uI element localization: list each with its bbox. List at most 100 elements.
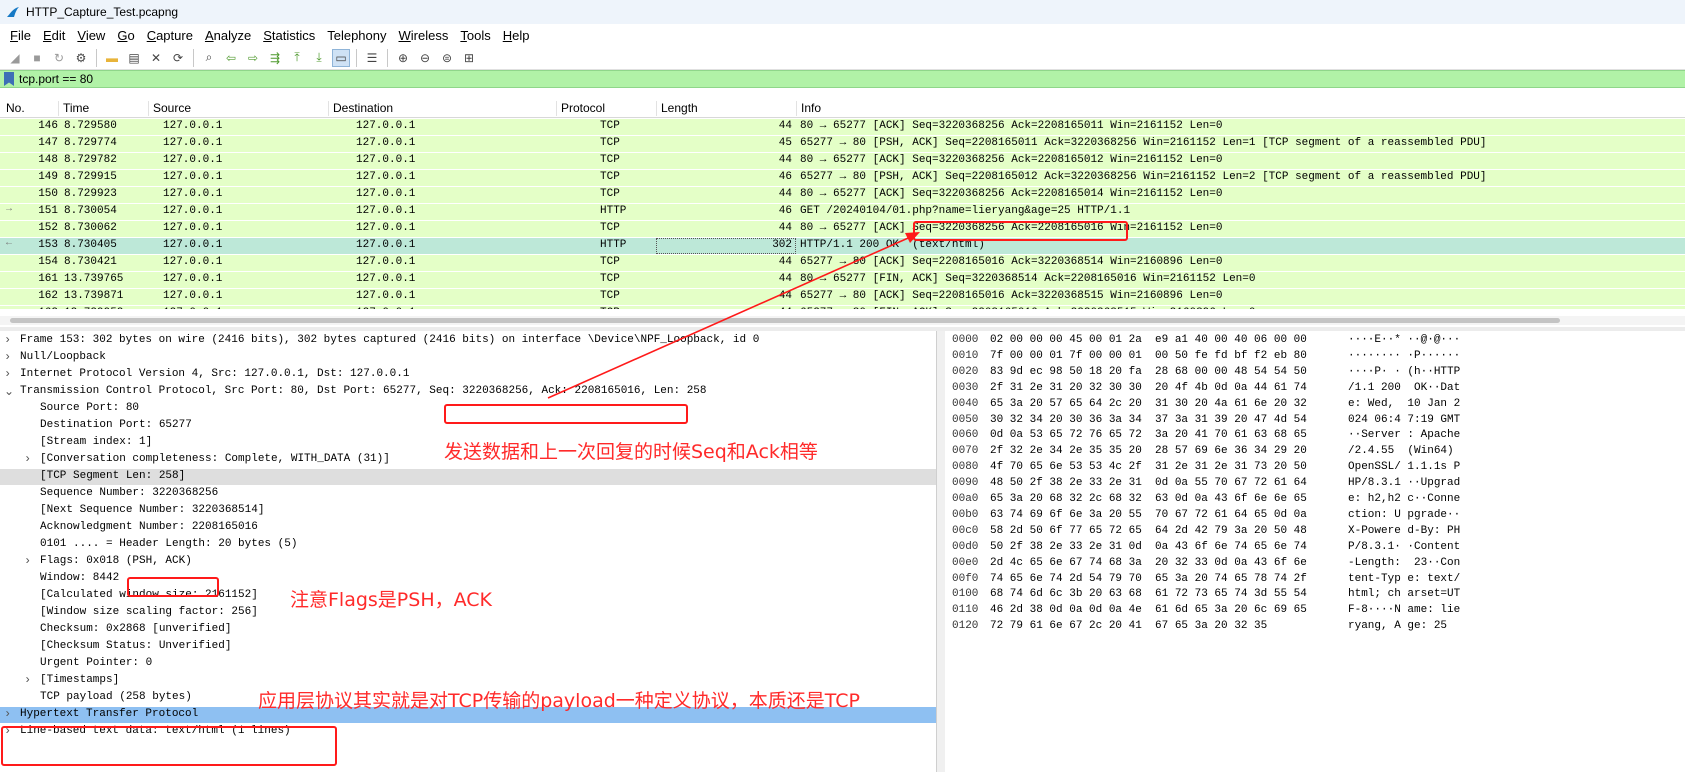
menu-wireless[interactable]: Wireless [393,28,455,43]
bytes-row[interactable]: 0050 30 32 34 20 30 36 3a 34 37 3a 31 39 … [945,413,1685,429]
detail-row[interactable]: Urgent Pointer: 0 [0,656,936,672]
bytes-row[interactable]: 00e0 2d 4c 65 6e 67 74 68 3a 20 32 33 0d … [945,556,1685,572]
bytes-row[interactable]: 0030 2f 31 2e 31 20 32 30 30 20 4f 4b 0d … [945,381,1685,397]
bytes-row[interactable]: 0040 65 3a 20 57 65 64 2c 20 31 30 20 4a … [945,397,1685,413]
restart-capture-icon[interactable]: ↻ [50,49,68,67]
column-header-info[interactable]: Info [796,101,1685,116]
detail-row[interactable]: Destination Port: 65277 [0,418,936,434]
stop-capture-icon[interactable]: ■ [28,49,46,67]
go-back-icon[interactable]: ⇦ [222,49,240,67]
details-vertical-scrollbar[interactable] [937,331,945,772]
detail-row[interactable]: › Frame 153: 302 bytes on wire (2416 bits… [0,333,936,349]
detail-row[interactable]: 0101 .... = Header Length: 20 bytes (5) [0,537,936,553]
close-file-icon[interactable]: ✕ [147,49,165,67]
display-filter-input[interactable] [19,72,1619,86]
menu-view[interactable]: View [71,28,111,43]
bytes-row[interactable]: 0080 4f 70 65 6e 53 53 4c 2f 31 2e 31 2e … [945,460,1685,476]
expand-chevron-icon[interactable]: › [4,333,16,347]
scrollbar-thumb[interactable] [10,318,1560,323]
packet-row[interactable]: 161 13.739765 127.0.0.1 127.0.0.1 TCP 44 80 → … [0,272,1685,288]
menu-telephony[interactable]: Telephony [321,28,392,43]
bytes-row[interactable]: 0020 83 9d ec 98 50 18 20 fa 28 68 00 00 … [945,365,1685,381]
resize-columns-icon[interactable]: ⊞ [460,49,478,67]
find-packet-icon[interactable]: ⌕ [200,49,218,67]
packet-row[interactable]: 150 8.729923 127.0.0.1 127.0.0.1 TCP 44 80 → 6… [0,187,1685,203]
go-last-icon[interactable]: ⤓ [310,49,328,67]
bytes-row[interactable]: 0070 2f 32 2e 34 2e 35 35 20 28 57 69 6e … [945,444,1685,460]
detail-row[interactable]: [Checksum Status: Unverified] [0,639,936,655]
expand-chevron-icon[interactable]: › [24,554,36,568]
open-file-icon[interactable]: ▬ [103,49,121,67]
expand-chevron-icon[interactable]: › [24,452,36,466]
zoom-normal-icon[interactable]: ⊜ [438,49,456,67]
column-header-protocol[interactable]: Protocol [556,101,656,116]
packet-row[interactable]: 148 8.729782 127.0.0.1 127.0.0.1 TCP 44 80 → 6… [0,153,1685,169]
detail-row[interactable]: ⌄ Transmission Control Protocol, Src Port… [0,384,936,400]
detail-row[interactable]: Source Port: 80 [0,401,936,417]
packet-row[interactable]: 152 8.730062 127.0.0.1 127.0.0.1 TCP 44 80 → 6… [0,221,1685,237]
bytes-row[interactable]: 0120 72 79 61 6e 67 2c 20 41 67 65 3a 20 … [945,619,1685,635]
expand-chevron-icon[interactable]: › [4,367,16,381]
detail-row[interactable]: [TCP Segment Len: 258] [0,469,936,485]
menu-statistics[interactable]: Statistics [257,28,321,43]
reload-file-icon[interactable]: ⟳ [169,49,187,67]
collapse-chevron-icon[interactable]: ⌄ [4,384,16,399]
capture-options-icon[interactable]: ⚙ [72,49,90,67]
column-header-no[interactable]: No. [2,101,58,116]
packet-row[interactable]: 162 13.739871 127.0.0.1 127.0.0.1 TCP 44 65277… [0,289,1685,305]
menu-edit[interactable]: Edit [37,28,71,43]
expand-chevron-icon[interactable]: › [4,707,16,721]
save-file-icon[interactable]: ▤ [125,49,143,67]
menu-capture[interactable]: Capture [141,28,199,43]
detail-row[interactable]: [Next Sequence Number: 3220368514] [0,503,936,519]
go-first-icon[interactable]: ⤒ [288,49,306,67]
bytes-row[interactable]: 0010 7f 00 00 01 7f 00 00 01 00 50 fe fd … [945,349,1685,365]
go-to-packet-icon[interactable]: ⇶ [266,49,284,67]
expand-chevron-icon[interactable]: › [24,673,36,687]
bytes-row[interactable]: 00a0 65 3a 20 68 32 2c 68 32 63 0d 0a 43 … [945,492,1685,508]
packet-row[interactable]: 146 8.729580 127.0.0.1 127.0.0.1 TCP 44 80 → 6… [0,119,1685,135]
zoom-in-icon[interactable]: ⊕ [394,49,412,67]
bytes-row[interactable]: 00d0 50 2f 38 2e 33 2e 31 0d 0a 43 6f 6e … [945,540,1685,556]
filter-bookmark-icon[interactable] [4,72,14,86]
packet-row[interactable]: → 151 8.730054 127.0.0.1 127.0.0.1 HTTP 46 GET … [0,204,1685,220]
packet-bytes-pane[interactable]: 0000 02 00 00 00 45 00 01 2a e9 a1 40 00 … [945,331,1685,772]
bytes-row[interactable]: 0090 48 50 2f 38 2e 33 2e 31 0d 0a 55 70 … [945,476,1685,492]
packet-row[interactable]: 154 8.730421 127.0.0.1 127.0.0.1 TCP 44 65277 … [0,255,1685,271]
menu-analyze[interactable]: Analyze [199,28,257,43]
expand-chevron-icon[interactable]: › [4,724,16,738]
bytes-row[interactable]: 00c0 58 2d 50 6f 77 65 72 65 64 2d 42 79 … [945,524,1685,540]
packet-row[interactable]: 163 13.739952 127.0.0.1 127.0.0.1 TCP 44 65277… [0,306,1685,309]
packet-row[interactable]: 149 8.729915 127.0.0.1 127.0.0.1 TCP 46 65277 … [0,170,1685,186]
packet-row[interactable]: 147 8.729774 127.0.0.1 127.0.0.1 TCP 45 65277 … [0,136,1685,152]
go-forward-icon[interactable]: ⇨ [244,49,262,67]
detail-row[interactable]: › Flags: 0x018 (PSH, ACK) [0,554,936,570]
auto-scroll-icon[interactable]: ▭ [332,48,350,67]
detail-row[interactable]: Sequence Number: 3220368256 [0,486,936,502]
bytes-row[interactable]: 00f0 74 65 6e 74 2d 54 79 70 65 3a 20 74 … [945,572,1685,588]
bytes-row[interactable]: 0060 0d 0a 53 65 72 76 65 72 3a 20 41 70 … [945,428,1685,444]
packet-row[interactable]: ← 153 8.730405 127.0.0.1 127.0.0.1 HTTP 302 HTT… [0,238,1685,254]
detail-row[interactable]: › Null/Loopback [0,350,936,366]
colorize-icon[interactable]: ☰ [363,49,381,67]
column-header-destination[interactable]: Destination [328,101,556,116]
column-header-length[interactable]: Length [656,101,796,116]
bytes-row[interactable]: 0110 46 2d 38 0d 0a 0d 0a 4e 61 6d 65 3a … [945,603,1685,619]
start-capture-icon[interactable]: ◢ [6,49,24,67]
expand-chevron-icon[interactable]: › [4,350,16,364]
detail-row[interactable]: › Line-based text data: text/html (1 line… [0,724,936,740]
menu-tools[interactable]: Tools [454,28,496,43]
bytes-row[interactable]: 0000 02 00 00 00 45 00 01 2a e9 a1 40 00 … [945,333,1685,349]
column-header-time[interactable]: Time [58,101,148,116]
packet-list-horizontal-scrollbar[interactable] [0,316,1685,325]
detail-row[interactable]: › Internet Protocol Version 4, Src: 127.0… [0,367,936,383]
menu-help[interactable]: Help [497,28,536,43]
detail-row[interactable]: Checksum: 0x2868 [unverified] [0,622,936,638]
menu-file[interactable]: File [4,28,37,43]
bytes-row[interactable]: 00b0 63 74 69 6f 6e 3a 20 55 70 67 72 61 … [945,508,1685,524]
menu-go[interactable]: Go [111,28,140,43]
bytes-row[interactable]: 0100 68 74 6d 6c 3b 20 63 68 61 72 73 65 … [945,587,1685,603]
detail-row[interactable]: Acknowledgment Number: 2208165016 [0,520,936,536]
packet-list[interactable]: 146 8.729580 127.0.0.1 127.0.0.1 TCP 44 80 → 6… [0,119,1685,309]
zoom-out-icon[interactable]: ⊖ [416,49,434,67]
